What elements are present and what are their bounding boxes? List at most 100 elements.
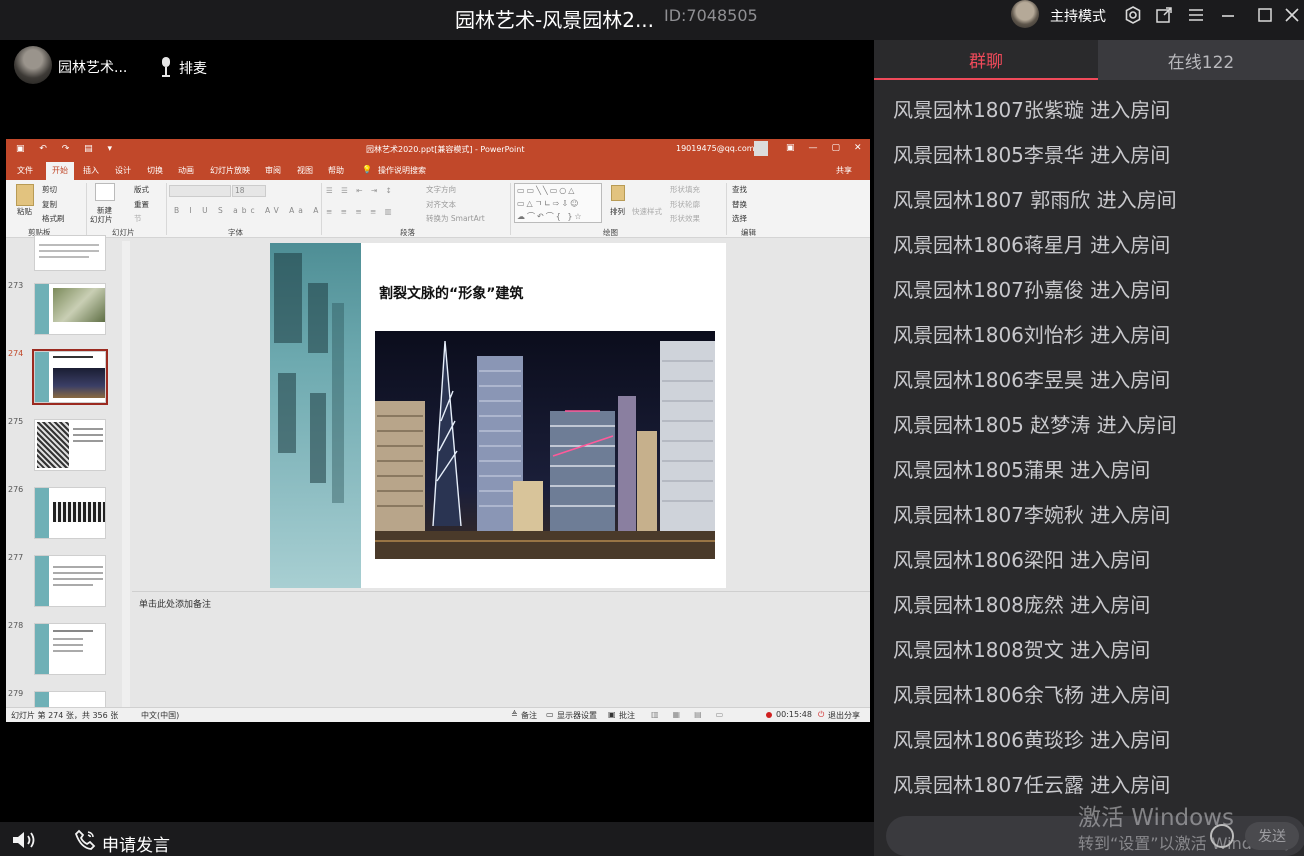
status-display-settings: 显示器设置	[557, 711, 597, 720]
send-button[interactable]: 发送	[1245, 822, 1299, 850]
ribbon-find: 查找	[732, 185, 747, 194]
status-timer: 00:15:48	[776, 710, 812, 719]
group-slides: 幻灯片	[112, 228, 135, 237]
chat-message: 风景园林1807张紫璇 进入房间	[893, 98, 1171, 122]
paragraph-buttons: ☰ ☰ ⇤ ⇥ ↕	[326, 186, 395, 195]
thumb-number: 273	[8, 281, 24, 290]
host-mode-label[interactable]: 主持模式	[1050, 6, 1106, 26]
host-avatar[interactable]	[1011, 0, 1039, 28]
shapes-gallery: ▭▭╲╲▭○△ ▭△ㄱ∟⇨⇩☺ ☁⌒↶⌒{ }☆	[514, 183, 602, 223]
apply-speak-button[interactable]: 申请发言	[102, 831, 170, 856]
quick-access-toolbar[interactable]: ▣ ↶ ↷ ▤ ▾	[16, 144, 118, 154]
paste-icon	[16, 184, 34, 206]
close-icon[interactable]	[1281, 4, 1303, 26]
ribbon-shape-fill: 形状填充	[670, 185, 700, 194]
slide-thumbnail	[34, 235, 106, 271]
slide-night-skyline-photo	[375, 331, 715, 559]
popout-icon[interactable]	[1153, 4, 1175, 26]
maximize-icon[interactable]	[1254, 4, 1276, 26]
thumb-number-active: 274	[8, 349, 24, 358]
slide-thumbnail	[34, 623, 106, 675]
tab-online-users[interactable]: 在线122	[1098, 40, 1304, 80]
room-id: ID:7048505	[664, 6, 758, 25]
speaker-icon[interactable]	[11, 830, 37, 854]
ribbon-reset: 重置	[134, 200, 149, 209]
ppt-ribbon: 粘贴 剪切 复制 格式刷 新建 幻灯片 版式 重置 节 18 B I U S a…	[6, 180, 870, 238]
slide-street-photo	[270, 243, 361, 588]
chat-message: 风景园林1807 郭雨欣 进入房间	[893, 188, 1177, 212]
status-exit-share: 退出分享	[828, 711, 860, 720]
thumb-number: 276	[8, 485, 24, 494]
slide-editing-area: 割裂文脉的“形象”建筑	[132, 239, 870, 589]
bottom-toolbar: 申请发言	[0, 822, 874, 856]
ribbon-shape-effects: 形状效果	[670, 214, 700, 223]
slide-thumbnails: 273 274 275 276 277 278 279	[6, 235, 130, 709]
notes-placeholder: 单击此处添加备注	[139, 600, 212, 610]
exit-share-icon: ⏻	[818, 710, 825, 719]
chat-message: 风景园林1805蒲果 进入房间	[893, 458, 1151, 482]
ribbon-align-text: 对齐文本	[426, 200, 456, 209]
ppt-status-bar: 幻灯片 第 274 张，共 356 张 中文(中国) ≜ 备注 ▭ 显示器设置 …	[6, 707, 870, 722]
group-drawing: 绘图	[603, 228, 618, 237]
ppt-doc-title: 园林艺术2020.ppt[兼容模式] - PowerPoint	[366, 145, 525, 154]
ribbon-format-painter: 格式刷	[42, 214, 65, 223]
group-paragraph: 段落	[400, 228, 415, 237]
chat-message: 风景园林1807李婉秋 进入房间	[893, 503, 1171, 527]
ppt-ribbon-tabs: 文件 开始 插入 设计 切换 动画 幻灯片放映 审阅 视图 帮助 💡 操作说明搜…	[6, 161, 870, 180]
chat-message: 风景园林1807孙嘉俊 进入房间	[893, 278, 1171, 302]
font-format-buttons: B I U S abc AV Aa A	[174, 206, 323, 215]
tab-group-chat[interactable]: 群聊	[874, 40, 1098, 80]
chat-message: 风景园林1805李景华 进入房间	[893, 143, 1171, 167]
slide-thumbnail	[34, 487, 106, 539]
status-slide-info: 幻灯片 第 274 张，共 356 张	[11, 711, 119, 720]
ppt-title-bar: ▣ ↶ ↷ ▤ ▾ 园林艺术2020.ppt[兼容模式] - PowerPoin…	[6, 139, 870, 161]
group-font: 字体	[228, 228, 243, 237]
status-notes: 备注	[521, 711, 537, 720]
title-bar: 园林艺术-风景园林2... ID:7048505 主持模式	[0, 0, 1304, 40]
status-language: 中文(中国)	[141, 711, 180, 720]
mic-queue-button[interactable]: 排麦	[179, 58, 207, 78]
ribbon-separator	[166, 183, 167, 235]
ppt-tab-home: 开始	[46, 162, 74, 180]
microphone-icon	[159, 56, 173, 78]
chat-message: 风景园林1806刘怡杉 进入房间	[893, 323, 1171, 347]
ribbon-quick-styles: 快速样式	[632, 207, 662, 216]
phone-icon[interactable]	[74, 829, 96, 855]
thumb-number: 275	[8, 417, 24, 426]
ribbon-text-direction: 文字方向	[426, 185, 456, 194]
ribbon-new-slide-2: 幻灯片	[90, 215, 113, 224]
ribbon-separator	[510, 183, 511, 235]
ppt-tab-help: 帮助	[328, 166, 344, 175]
ppt-window-buttons: ▣—▢✕	[786, 143, 870, 153]
ribbon-replace: 替换	[732, 200, 747, 209]
chat-message: 风景园林1806李昱昊 进入房间	[893, 368, 1171, 392]
chat-panel: 群聊 在线122 风景园林1807张紫璇 进入房间 风景园林1805李景华 进入…	[874, 40, 1304, 856]
ppt-tell-me: 操作说明搜索	[378, 166, 426, 175]
slide-heading: 割裂文脉的“形象”建筑	[379, 286, 524, 302]
chat-message: 风景园林1805 赵梦涛 进入房间	[893, 413, 1177, 437]
ribbon-copy: 复制	[42, 200, 57, 209]
thumbnail-scrollbar	[122, 241, 130, 707]
menu-icon[interactable]	[1185, 4, 1207, 26]
minimize-icon[interactable]	[1217, 4, 1239, 26]
window-title: 园林艺术-风景园林2...	[455, 8, 655, 32]
ribbon-paste: 粘贴	[17, 207, 32, 216]
font-name-box	[169, 185, 231, 197]
settings-icon[interactable]	[1122, 4, 1144, 26]
ppt-tab-transitions: 切换	[147, 166, 163, 175]
alignment-buttons: ≡ ≡ ≡ ≡ ▥	[326, 207, 395, 216]
emoji-icon[interactable]	[1210, 824, 1234, 848]
ribbon-section: 节	[134, 214, 142, 223]
recording-dot-icon	[766, 712, 772, 718]
thumb-number: 279	[8, 689, 24, 698]
comment-icon: ▣	[608, 710, 616, 719]
ppt-tab-file: 文件	[17, 166, 33, 175]
ribbon-shape-outline: 形状轮廓	[670, 200, 700, 209]
presenter-avatar[interactable]	[14, 46, 52, 84]
chat-message: 风景园林1808庞然 进入房间	[893, 593, 1151, 617]
ribbon-arrange: 排列	[610, 207, 625, 216]
arrange-icon	[611, 185, 625, 201]
account-avatar-icon	[754, 141, 768, 156]
shared-screen-powerpoint: ▣ ↶ ↷ ▤ ▾ 园林艺术2020.ppt[兼容模式] - PowerPoin…	[6, 139, 870, 722]
display-icon: ▭	[546, 710, 554, 719]
